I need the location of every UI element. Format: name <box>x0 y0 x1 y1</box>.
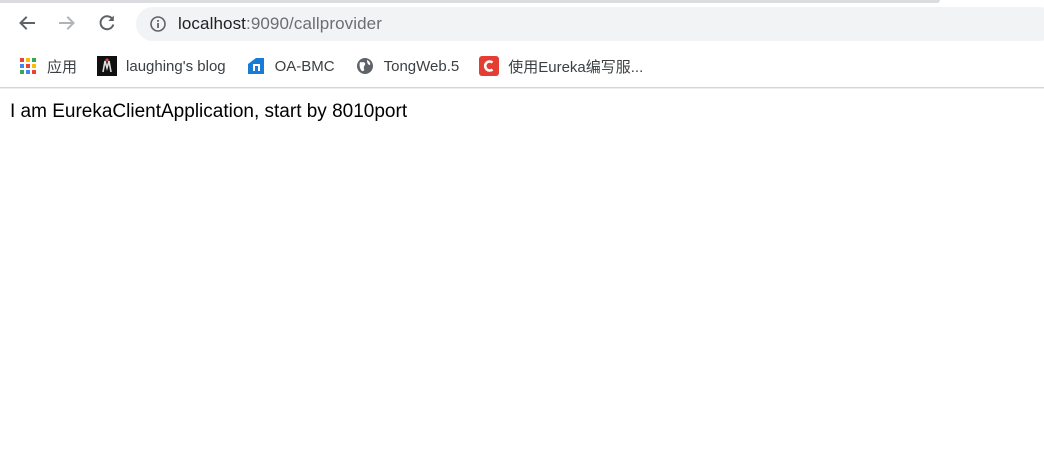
blog-favicon <box>97 56 118 76</box>
bookmark-apps[interactable]: 应用 <box>10 52 85 80</box>
bookmark-label: 使用Eureka编写服... <box>508 58 644 76</box>
reload-icon <box>97 13 117 33</box>
bookmark-label: TongWeb.5 <box>383 57 460 75</box>
bookmark-laughings-blog[interactable]: laughing's blog <box>89 52 234 80</box>
info-icon[interactable] <box>148 14 168 34</box>
bookmarks-bar: 应用 laughing's blog OA-BMC TongWeb.5 使用Eu… <box>0 47 1044 85</box>
bookmark-label: OA-BMC <box>274 57 335 75</box>
toolbar-divider-shadow <box>0 88 1044 89</box>
bookmark-eureka-article[interactable]: 使用Eureka编写服... <box>471 52 651 80</box>
url-text[interactable]: localhost:9090/callprovider <box>178 14 382 34</box>
forward-button[interactable] <box>52 8 82 38</box>
bookmark-tongweb[interactable]: TongWeb.5 <box>347 52 468 80</box>
page-body-text: I am EurekaClientApplication, start by 8… <box>10 101 408 122</box>
globe-icon <box>355 56 375 76</box>
browser-toolbar: localhost:9090/callprovider <box>0 3 1044 45</box>
back-button[interactable] <box>12 8 42 38</box>
address-bar[interactable]: localhost:9090/callprovider <box>136 7 1044 41</box>
bookmark-label: 应用 <box>47 58 78 76</box>
browser-window: localhost:9090/callprovider 应用 laughing'… <box>0 0 1044 454</box>
apps-grid-icon <box>18 56 38 76</box>
back-arrow-icon <box>17 13 37 33</box>
url-host: localhost <box>178 14 246 33</box>
url-path: :9090/callprovider <box>246 14 382 33</box>
oa-bmc-favicon <box>246 56 266 76</box>
bookmark-label: laughing's blog <box>126 57 226 75</box>
csdn-c-favicon <box>479 56 500 76</box>
reload-button[interactable] <box>92 8 122 38</box>
bookmark-oa-bmc[interactable]: OA-BMC <box>238 52 343 80</box>
forward-arrow-icon <box>57 13 77 33</box>
